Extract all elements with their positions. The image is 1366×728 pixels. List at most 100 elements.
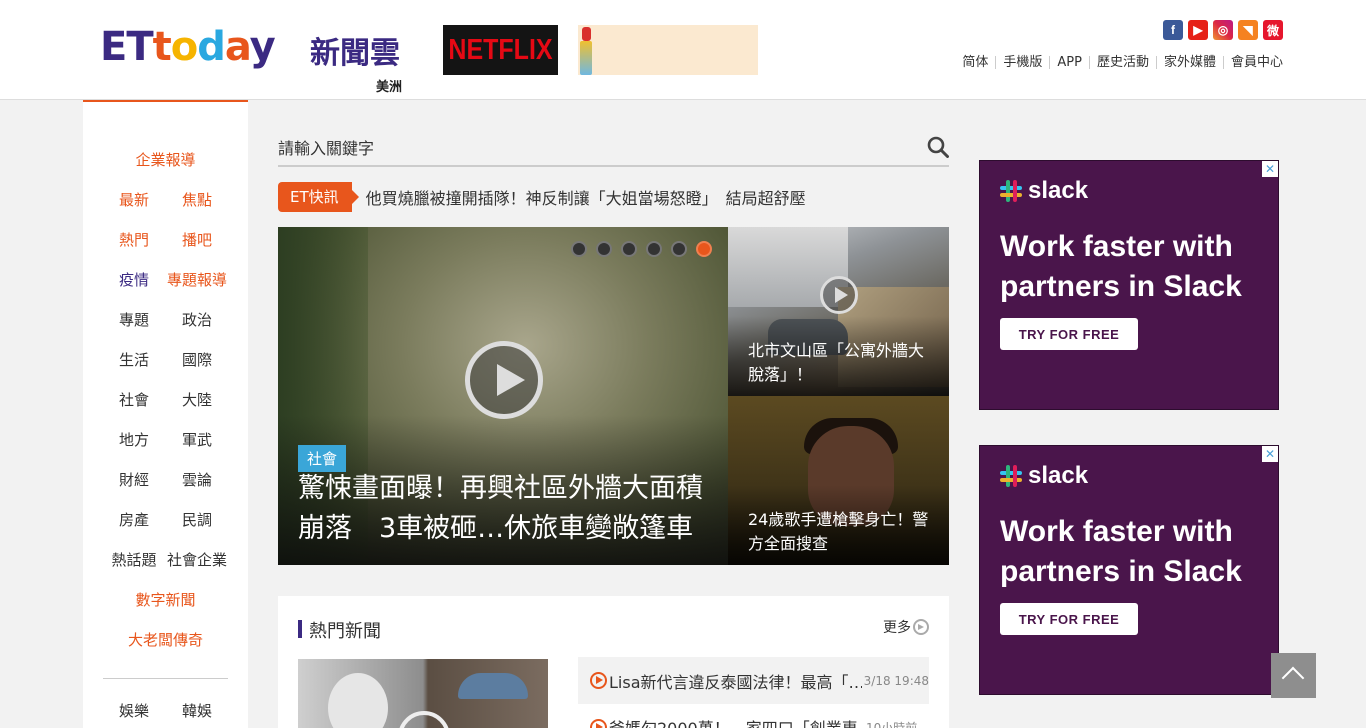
hero-story[interactable]: 社會 驚悚畫面曝！再興社區外牆大面積崩落 3車被砸…休旅車變敞篷車: [278, 227, 728, 565]
thumbnail-cap: [458, 673, 528, 699]
site-logo[interactable]: ETtoday 新聞雲 美洲: [100, 22, 410, 95]
play-icon[interactable]: [398, 711, 450, 728]
banner-ad[interactable]: [578, 25, 758, 75]
slack-hash-icon: [1000, 180, 1022, 202]
hot-news-item[interactable]: 爸媽勾2000萬！ 家四口「創業專… 10小時前: [578, 712, 929, 728]
nav-item[interactable]: 疫情: [103, 269, 166, 290]
section-heading: 熱門新聞: [309, 621, 381, 642]
nav-item[interactable]: 大老闆傳奇: [83, 629, 248, 650]
nav-item[interactable]: 專題: [103, 309, 166, 330]
nav-item[interactable]: 韓娛: [166, 700, 229, 721]
link-simplified[interactable]: 简体: [955, 56, 995, 69]
link-mobile[interactable]: 手機版: [995, 56, 1049, 69]
video-icon: [590, 718, 607, 728]
side-story-title[interactable]: 24歲歌手遭槍擊身亡！警方全面搜查: [748, 508, 938, 556]
nav-item[interactable]: 最新: [103, 189, 166, 210]
carousel-dot[interactable]: [571, 241, 587, 257]
nav-divider: [103, 678, 228, 679]
nav-item[interactable]: 企業報導: [83, 149, 248, 170]
nav-item[interactable]: 政治: [166, 309, 229, 330]
nav-item[interactable]: 社會企業: [166, 549, 229, 570]
nav-item[interactable]: 民調: [166, 509, 229, 530]
nav-item[interactable]: 熱門: [103, 229, 166, 250]
nav-item[interactable]: 娛樂: [103, 700, 166, 721]
link-events[interactable]: 歷史活動: [1088, 56, 1156, 69]
play-icon[interactable]: [465, 341, 543, 419]
logo-wordmark: ETtoday: [100, 24, 276, 70]
section-bar: [298, 620, 302, 638]
link-member-center[interactable]: 會員中心: [1222, 56, 1283, 69]
social-links: f ▶ ◎ ◥ 微: [1163, 20, 1283, 40]
bottle-image: [578, 25, 594, 75]
search-icon[interactable]: [927, 136, 949, 158]
slack-hash-icon: [1000, 465, 1022, 487]
try-for-free-button[interactable]: TRY FOR FREE: [1000, 603, 1138, 635]
side-story[interactable]: 24歲歌手遭槍擊身亡！警方全面搜查: [728, 396, 949, 565]
hot-news-title[interactable]: 爸媽勾2000萬！ 家四口「創業專…: [609, 715, 864, 728]
hot-news-title[interactable]: Lisa新代言違反泰國法律！最高「…: [609, 669, 862, 693]
carousel-dot-active[interactable]: [696, 241, 712, 257]
search-input[interactable]: [278, 136, 898, 160]
arrow-right-icon: [913, 619, 929, 635]
nav-item[interactable]: 專題報導: [166, 269, 229, 290]
more-link[interactable]: 更多: [883, 617, 929, 637]
nav-item[interactable]: 社會: [103, 389, 166, 410]
slack-logo: slack: [1000, 177, 1088, 205]
site-header: ETtoday 新聞雲 美洲 NETFLIX f ▶ ◎ ◥ 微 简体 手機版 …: [0, 0, 1366, 100]
netflix-banner-ad[interactable]: NETFLIX: [443, 25, 558, 75]
nav-item[interactable]: 地方: [103, 429, 166, 450]
hot-news-thumbnail[interactable]: [298, 659, 548, 728]
logo-cn-text: 新聞雲: [310, 36, 400, 71]
link-ooh-media[interactable]: 家外媒體: [1155, 56, 1223, 69]
hot-news-time: 10小時前: [866, 720, 918, 728]
video-icon: [590, 672, 607, 689]
nav-item[interactable]: 國際: [166, 349, 229, 370]
hot-news-time: 3/18 19:48: [863, 673, 929, 688]
hot-news-item[interactable]: Lisa新代言違反泰國法律！最高「… 3/18 19:48: [578, 657, 929, 704]
carousel-dot[interactable]: [596, 241, 612, 257]
side-story-title[interactable]: 北市文山區「公寓外牆大脫落」！: [748, 339, 938, 387]
youtube-icon[interactable]: ▶: [1188, 20, 1208, 40]
slack-ad[interactable]: ✕ slack Work faster with partners in Sla…: [979, 160, 1279, 410]
netflix-logo: NETFLIX: [448, 33, 553, 66]
nav-item[interactable]: 熱話題: [103, 549, 166, 570]
nav-item[interactable]: 數字新聞: [83, 589, 248, 610]
back-to-top-button[interactable]: [1271, 653, 1316, 698]
nav-item[interactable]: 焦點: [166, 189, 229, 210]
close-icon[interactable]: ✕: [1262, 161, 1278, 177]
weibo-icon[interactable]: 微: [1263, 20, 1283, 40]
hero-category-badge[interactable]: 社會: [298, 445, 347, 472]
link-app[interactable]: APP: [1049, 56, 1089, 69]
region-label: 美洲: [376, 80, 403, 95]
nav-item[interactable]: 播吧: [166, 229, 229, 250]
slack-ad[interactable]: ✕ slack Work faster with partners in Sla…: [979, 445, 1279, 695]
nav-item[interactable]: 財經: [103, 469, 166, 490]
carousel-dots: [571, 241, 712, 257]
try-for-free-button[interactable]: TRY FOR FREE: [1000, 318, 1138, 350]
side-story[interactable]: 北市文山區「公寓外牆大脫落」！: [728, 227, 949, 396]
play-icon[interactable]: [820, 276, 858, 314]
instagram-icon[interactable]: ◎: [1213, 20, 1233, 40]
carousel-dot[interactable]: [621, 241, 637, 257]
carousel-dot[interactable]: [646, 241, 662, 257]
nav-item[interactable]: 軍武: [166, 429, 229, 450]
facebook-icon[interactable]: f: [1163, 20, 1183, 40]
search-bar: [278, 130, 949, 167]
left-nav: 企業報導 最新 焦點 熱門 播吧 疫情 專題報導 專題 政治 生活 國際 社會 大陸 地方軍…: [83, 100, 248, 728]
ad-headline: Work faster with partners in Slack: [1000, 515, 1242, 588]
more-label: 更多: [883, 620, 911, 636]
thumbnail-person: [328, 673, 388, 728]
rss-icon[interactable]: ◥: [1238, 20, 1258, 40]
slack-brand: slack: [1028, 462, 1089, 489]
flash-news: ET快訊 他買燒臘被撞開插隊！神反制讓「大姐當場怒瞪」 結局超舒壓: [278, 182, 949, 212]
flash-headline-link[interactable]: 他買燒臘被撞開插隊！神反制讓「大姐當場怒瞪」 結局超舒壓: [366, 185, 806, 209]
close-icon[interactable]: ✕: [1262, 446, 1278, 462]
nav-item[interactable]: 大陸: [166, 389, 229, 410]
flash-tag: ET快訊: [278, 182, 359, 212]
carousel-dot[interactable]: [671, 241, 687, 257]
nav-item[interactable]: 房產: [103, 509, 166, 530]
ad-headline: Work faster with partners in Slack: [1000, 230, 1242, 303]
nav-item[interactable]: 生活: [103, 349, 166, 370]
hero-title[interactable]: 驚悚畫面曝！再興社區外牆大面積崩落 3車被砸…休旅車變敞篷車: [298, 469, 718, 549]
nav-item[interactable]: 雲論: [166, 469, 229, 490]
